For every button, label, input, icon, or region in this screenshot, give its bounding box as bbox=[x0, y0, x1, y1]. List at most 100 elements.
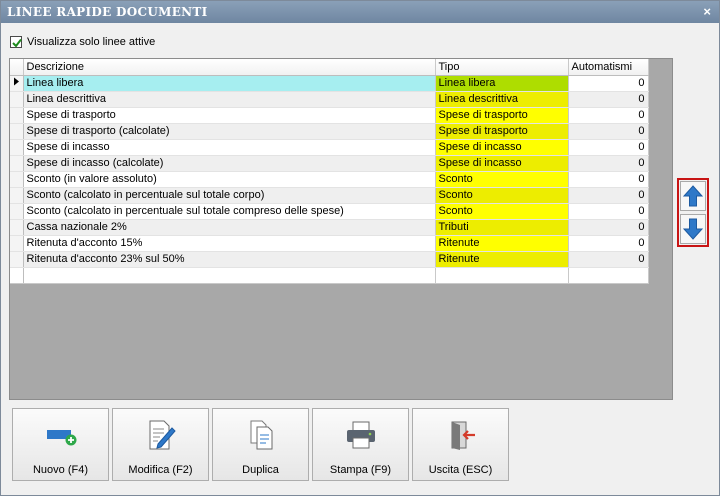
stampa-button[interactable]: Stampa (F9) bbox=[312, 408, 409, 481]
reorder-controls bbox=[677, 178, 709, 247]
uscita-label: Uscita (ESC) bbox=[428, 464, 493, 476]
row-selector[interactable] bbox=[10, 219, 24, 236]
cell-descrizione[interactable]: Sconto (calcolato in percentuale sul tot… bbox=[23, 203, 436, 220]
cell-descrizione[interactable]: Spese di trasporto (calcolate) bbox=[23, 123, 436, 140]
row-selector[interactable] bbox=[10, 235, 24, 252]
active-lines-label: Visualizza solo linee attive bbox=[27, 36, 156, 48]
cell-tipo[interactable]: Tributi bbox=[435, 219, 569, 236]
empty-cell[interactable] bbox=[23, 267, 436, 284]
cell-tipo[interactable]: Sconto bbox=[435, 171, 569, 188]
row-selector[interactable] bbox=[10, 187, 24, 204]
row-selector[interactable] bbox=[10, 139, 24, 156]
cell-tipo[interactable]: Linea descrittiva bbox=[435, 91, 569, 108]
cell-automatismi[interactable]: 0 bbox=[568, 171, 649, 188]
current-row-arrow-icon bbox=[13, 77, 19, 86]
table-row[interactable]: Sconto (calcolato in percentuale sul tot… bbox=[10, 187, 649, 204]
table-row[interactable]: Sconto (in valore assoluto) Sconto 0 bbox=[10, 171, 649, 188]
move-down-button[interactable] bbox=[680, 214, 706, 244]
empty-cell[interactable] bbox=[10, 267, 24, 284]
table-row[interactable]: Spese di trasporto Spese di trasporto 0 bbox=[10, 107, 649, 124]
move-up-arrow-icon bbox=[683, 185, 703, 207]
duplicate-icon bbox=[250, 420, 272, 450]
row-selector[interactable] bbox=[10, 91, 24, 108]
row-selector[interactable] bbox=[10, 107, 24, 124]
table-row[interactable]: Spese di trasporto (calcolate) Spese di t… bbox=[10, 123, 649, 140]
table-row[interactable]: Spese di incasso Spese di incasso 0 bbox=[10, 139, 649, 156]
move-down-arrow-icon bbox=[683, 218, 703, 240]
stampa-label: Stampa (F9) bbox=[329, 464, 392, 476]
lines-grid[interactable]: Descrizione Tipo Automatismi Linea liber… bbox=[9, 58, 673, 400]
cell-automatismi[interactable]: 0 bbox=[568, 187, 649, 204]
row-selector[interactable] bbox=[10, 75, 24, 92]
cell-automatismi[interactable]: 0 bbox=[568, 139, 649, 156]
cell-descrizione[interactable]: Spese di incasso bbox=[23, 139, 436, 156]
table-row[interactable]: Spese di incasso (calcolate) Spese di inc… bbox=[10, 155, 649, 172]
cell-tipo[interactable]: Linea libera bbox=[435, 75, 569, 92]
cell-automatismi[interactable]: 0 bbox=[568, 107, 649, 124]
move-up-button[interactable] bbox=[680, 181, 706, 211]
cell-descrizione[interactable]: Ritenuta d'acconto 23% sul 50% bbox=[23, 251, 436, 268]
new-line-icon bbox=[46, 430, 76, 446]
cell-descrizione[interactable]: Spese di trasporto bbox=[23, 107, 436, 124]
cell-descrizione[interactable]: Linea descrittiva bbox=[23, 91, 436, 108]
duplica-button[interactable]: Duplica bbox=[212, 408, 309, 481]
table-row[interactable]: Linea descrittiva Linea descrittiva 0 bbox=[10, 91, 649, 108]
linee-rapide-window: LINEE RAPIDE DOCUMENTI × Visualizza solo… bbox=[0, 0, 720, 496]
close-icon[interactable]: × bbox=[703, 4, 711, 19]
cell-automatismi[interactable]: 0 bbox=[568, 203, 649, 220]
lines-table: Descrizione Tipo Automatismi Linea liber… bbox=[10, 59, 649, 284]
checkmark-icon bbox=[12, 38, 22, 48]
title-bar: LINEE RAPIDE DOCUMENTI × bbox=[1, 1, 719, 23]
cell-descrizione[interactable]: Spese di incasso (calcolate) bbox=[23, 155, 436, 172]
table-header-row: Descrizione Tipo Automatismi bbox=[10, 59, 649, 76]
uscita-button[interactable]: Uscita (ESC) bbox=[412, 408, 509, 481]
cell-automatismi[interactable]: 0 bbox=[568, 75, 649, 92]
cell-descrizione[interactable]: Linea libera bbox=[23, 75, 436, 92]
row-selector[interactable] bbox=[10, 251, 24, 268]
table-body: Linea libera Linea libera 0 Linea descritti… bbox=[10, 75, 649, 284]
cell-tipo[interactable]: Spese di incasso bbox=[435, 139, 569, 156]
cell-descrizione[interactable]: Cassa nazionale 2% bbox=[23, 219, 436, 236]
cell-tipo[interactable]: Sconto bbox=[435, 203, 569, 220]
cell-tipo[interactable]: Spese di trasporto bbox=[435, 123, 569, 140]
cell-automatismi[interactable]: 0 bbox=[568, 235, 649, 252]
table-row[interactable]: Ritenuta d'acconto 15% Ritenute 0 bbox=[10, 235, 649, 252]
cell-tipo[interactable]: Spese di incasso bbox=[435, 155, 569, 172]
modifica-label: Modifica (F2) bbox=[128, 464, 193, 476]
empty-cell[interactable] bbox=[568, 267, 649, 284]
cell-tipo[interactable]: Sconto bbox=[435, 187, 569, 204]
table-row[interactable]: Cassa nazionale 2% Tributi 0 bbox=[10, 219, 649, 236]
table-row[interactable]: Ritenuta d'acconto 23% sul 50% Ritenute 0 bbox=[10, 251, 649, 268]
cell-automatismi[interactable]: 0 bbox=[568, 219, 649, 236]
cell-automatismi[interactable]: 0 bbox=[568, 91, 649, 108]
window-title: LINEE RAPIDE DOCUMENTI bbox=[7, 5, 208, 19]
table-row[interactable]: Sconto (calcolato in percentuale sul tot… bbox=[10, 203, 649, 220]
new-row-placeholder[interactable] bbox=[10, 267, 649, 284]
cell-descrizione[interactable]: Sconto (calcolato in percentuale sul tot… bbox=[23, 187, 436, 204]
printer-icon bbox=[346, 421, 375, 449]
cell-automatismi[interactable]: 0 bbox=[568, 251, 649, 268]
row-selector[interactable] bbox=[10, 203, 24, 220]
cell-tipo[interactable]: Ritenute bbox=[435, 251, 569, 268]
edit-document-icon bbox=[149, 420, 176, 450]
row-selector[interactable] bbox=[10, 123, 24, 140]
exit-door-icon bbox=[451, 421, 475, 450]
cell-descrizione[interactable]: Sconto (in valore assoluto) bbox=[23, 171, 436, 188]
cell-automatismi[interactable]: 0 bbox=[568, 155, 649, 172]
table-row[interactable]: Linea libera Linea libera 0 bbox=[10, 75, 649, 92]
column-header-descrizione[interactable]: Descrizione bbox=[23, 59, 436, 76]
modifica-button[interactable]: Modifica (F2) bbox=[112, 408, 209, 481]
column-header-tipo[interactable]: Tipo bbox=[435, 59, 569, 76]
cell-descrizione[interactable]: Ritenuta d'acconto 15% bbox=[23, 235, 436, 252]
cell-tipo[interactable]: Spese di trasporto bbox=[435, 107, 569, 124]
cell-tipo[interactable]: Ritenute bbox=[435, 235, 569, 252]
active-lines-checkbox[interactable] bbox=[10, 36, 22, 48]
duplica-label: Duplica bbox=[242, 464, 279, 476]
row-selector[interactable] bbox=[10, 171, 24, 188]
column-header-automatismi[interactable]: Automatismi bbox=[568, 59, 649, 76]
row-selector[interactable] bbox=[10, 155, 24, 172]
empty-cell[interactable] bbox=[435, 267, 569, 284]
cell-automatismi[interactable]: 0 bbox=[568, 123, 649, 140]
nuovo-button[interactable]: Nuovo (F4) bbox=[12, 408, 109, 481]
active-lines-filter[interactable]: Visualizza solo linee attive bbox=[10, 35, 155, 49]
